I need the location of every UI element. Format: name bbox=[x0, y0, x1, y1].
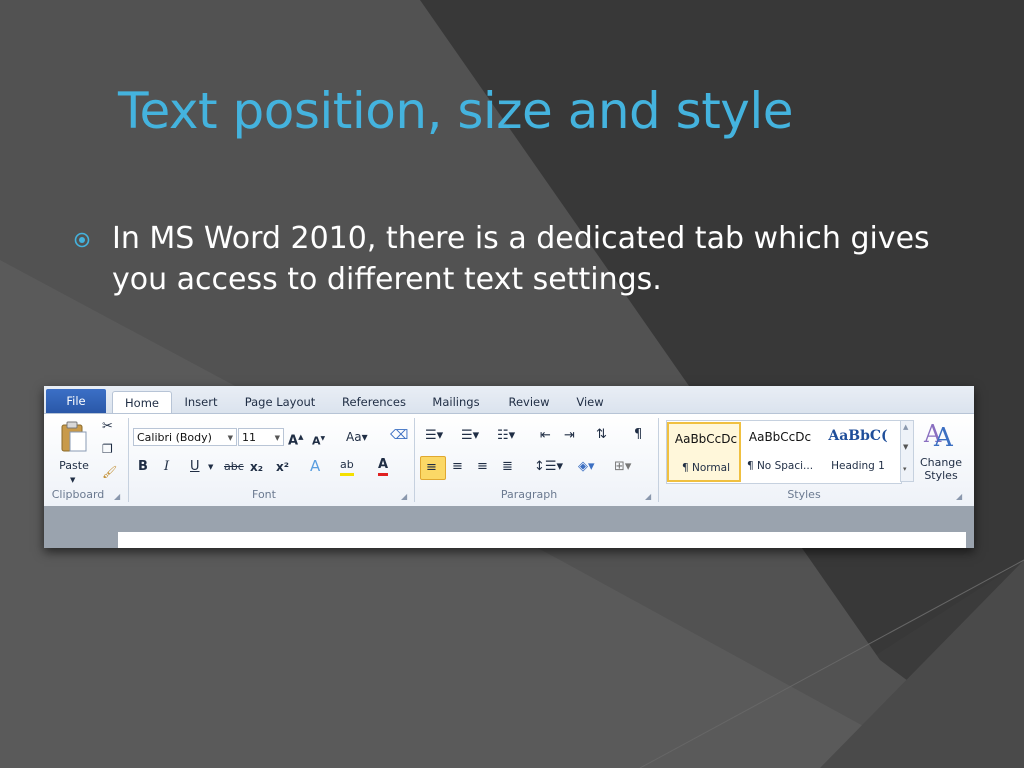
chevron-down-icon: ▼ bbox=[274, 434, 280, 442]
change-styles-icon: A A bbox=[923, 420, 954, 450]
styles-group-label: Styles bbox=[787, 488, 821, 501]
borders-icon[interactable]: ⊞▾ bbox=[614, 459, 631, 475]
font-launcher-icon[interactable]: ◢ bbox=[401, 492, 407, 501]
style-no-spacing[interactable]: AaBbCcDc ¶ No Spaci... bbox=[743, 422, 817, 482]
decrease-indent-icon[interactable]: ⇤ bbox=[540, 428, 551, 444]
change-styles-label-line1: Change bbox=[919, 456, 963, 469]
increase-indent-icon[interactable]: ⇥ bbox=[564, 428, 575, 444]
group-separator bbox=[658, 418, 659, 502]
tab-file[interactable]: File bbox=[46, 389, 106, 413]
group-separator bbox=[128, 418, 129, 502]
font-color-icon[interactable]: A bbox=[378, 457, 389, 476]
subscript-icon[interactable]: x₂ bbox=[250, 459, 263, 475]
tab-view[interactable]: View bbox=[570, 391, 610, 413]
style-name: ¶ No Spaci... bbox=[746, 460, 814, 472]
clipboard-group-label: Clipboard bbox=[51, 488, 105, 501]
word-ribbon-screenshot: File Home Insert Page Layout References … bbox=[44, 386, 974, 548]
paste-button-label[interactable]: Paste bbox=[56, 459, 92, 472]
change-styles-label-line2: Styles bbox=[924, 469, 958, 482]
style-sample: AaBbCcDc bbox=[674, 432, 738, 446]
line-spacing-icon[interactable]: ↕☰▾ bbox=[534, 459, 563, 475]
more-styles-icon[interactable]: ▾ bbox=[903, 465, 907, 473]
sort-icon[interactable]: ⇅ bbox=[596, 427, 607, 443]
underline-icon[interactable]: U bbox=[190, 459, 200, 475]
style-heading-1[interactable]: AaBbC( Heading 1 bbox=[821, 422, 895, 482]
scroll-down-icon[interactable]: ▼ bbox=[903, 443, 908, 451]
styles-scrollbar[interactable]: ▲ ▼ ▾ bbox=[900, 420, 914, 482]
align-left-button[interactable]: ≡ bbox=[420, 456, 446, 480]
paste-icon bbox=[61, 421, 87, 452]
styles-launcher-icon[interactable]: ◢ bbox=[956, 492, 962, 501]
chevron-down-icon: ▼ bbox=[227, 434, 233, 442]
align-left-icon: ≡ bbox=[426, 460, 437, 475]
style-name: Heading 1 bbox=[831, 460, 885, 472]
italic-icon[interactable]: I bbox=[164, 459, 169, 475]
style-sample: AaBbC( bbox=[828, 428, 888, 444]
scroll-up-icon[interactable]: ▲ bbox=[903, 423, 908, 431]
tab-mailings[interactable]: Mailings bbox=[426, 391, 486, 413]
bullet-text: In MS Word 2010, there is a dedicated ta… bbox=[112, 221, 930, 297]
show-formatting-icon[interactable]: ¶ bbox=[634, 427, 642, 443]
shading-icon[interactable]: ◈▾ bbox=[578, 459, 595, 475]
font-size-value: 11 bbox=[242, 431, 256, 444]
tab-home[interactable]: Home bbox=[112, 391, 172, 415]
grow-font-icon[interactable]: A▲ bbox=[288, 429, 303, 449]
paragraph-launcher-icon[interactable]: ◢ bbox=[645, 492, 651, 501]
circle-bullet-icon bbox=[74, 232, 90, 248]
tab-page-layout[interactable]: Page Layout bbox=[240, 391, 320, 413]
strikethrough-icon[interactable]: abc bbox=[224, 459, 244, 475]
font-size-combo[interactable]: 11 ▼ bbox=[238, 428, 284, 446]
numbering-icon[interactable]: ☰▾ bbox=[461, 428, 479, 444]
paragraph-group-label: Paragraph bbox=[500, 488, 558, 501]
superscript-icon[interactable]: x² bbox=[276, 459, 289, 475]
group-separator bbox=[414, 418, 415, 502]
cut-icon[interactable]: ✂ bbox=[102, 419, 113, 435]
paste-dropdown-icon[interactable]: ▼ bbox=[70, 472, 75, 488]
slide-title: Text position, size and style bbox=[118, 82, 794, 140]
tab-references[interactable]: References bbox=[336, 391, 412, 413]
tab-review[interactable]: Review bbox=[504, 391, 554, 413]
text-effects-icon[interactable]: A bbox=[310, 458, 320, 474]
change-case-icon[interactable]: Aa▾ bbox=[346, 429, 368, 445]
home-ribbon: Paste ▼ ✂ ❐ 🖌 Clipboard ◢ Calibri (Body)… bbox=[44, 413, 974, 507]
format-painter-icon[interactable]: 🖌 bbox=[102, 464, 117, 480]
shrink-font-icon[interactable]: A▼ bbox=[312, 431, 325, 450]
change-styles-button[interactable]: Change Styles bbox=[916, 456, 966, 482]
copy-icon[interactable]: ❐ bbox=[102, 441, 113, 457]
justify-icon[interactable]: ≣ bbox=[502, 459, 513, 475]
ribbon-tab-bar: File Home Insert Page Layout References … bbox=[44, 386, 974, 415]
tab-insert[interactable]: Insert bbox=[176, 391, 226, 413]
font-group-label: Font bbox=[252, 488, 276, 501]
clear-formatting-icon[interactable]: ⌫ bbox=[390, 428, 408, 444]
document-page[interactable] bbox=[118, 532, 966, 548]
multilevel-list-icon[interactable]: ☷▾ bbox=[497, 428, 515, 444]
font-name-combo[interactable]: Calibri (Body) ▼ bbox=[133, 428, 237, 446]
style-sample: AaBbCcDc bbox=[748, 430, 812, 444]
style-name: ¶ Normal bbox=[681, 462, 730, 474]
style-normal[interactable]: AaBbCcDc ¶ Normal bbox=[667, 422, 741, 482]
font-name-value: Calibri (Body) bbox=[137, 431, 212, 444]
bold-icon[interactable]: B bbox=[138, 459, 148, 475]
svg-text:A: A bbox=[933, 423, 954, 450]
bullets-icon[interactable]: ☰▾ bbox=[425, 428, 443, 444]
align-center-icon[interactable]: ≡ bbox=[452, 459, 463, 475]
highlight-icon[interactable]: ab bbox=[340, 457, 354, 476]
underline-dropdown-icon[interactable]: ▼ bbox=[208, 459, 213, 475]
clipboard-launcher-icon[interactable]: ◢ bbox=[114, 492, 120, 501]
align-right-icon[interactable]: ≡ bbox=[477, 459, 488, 475]
